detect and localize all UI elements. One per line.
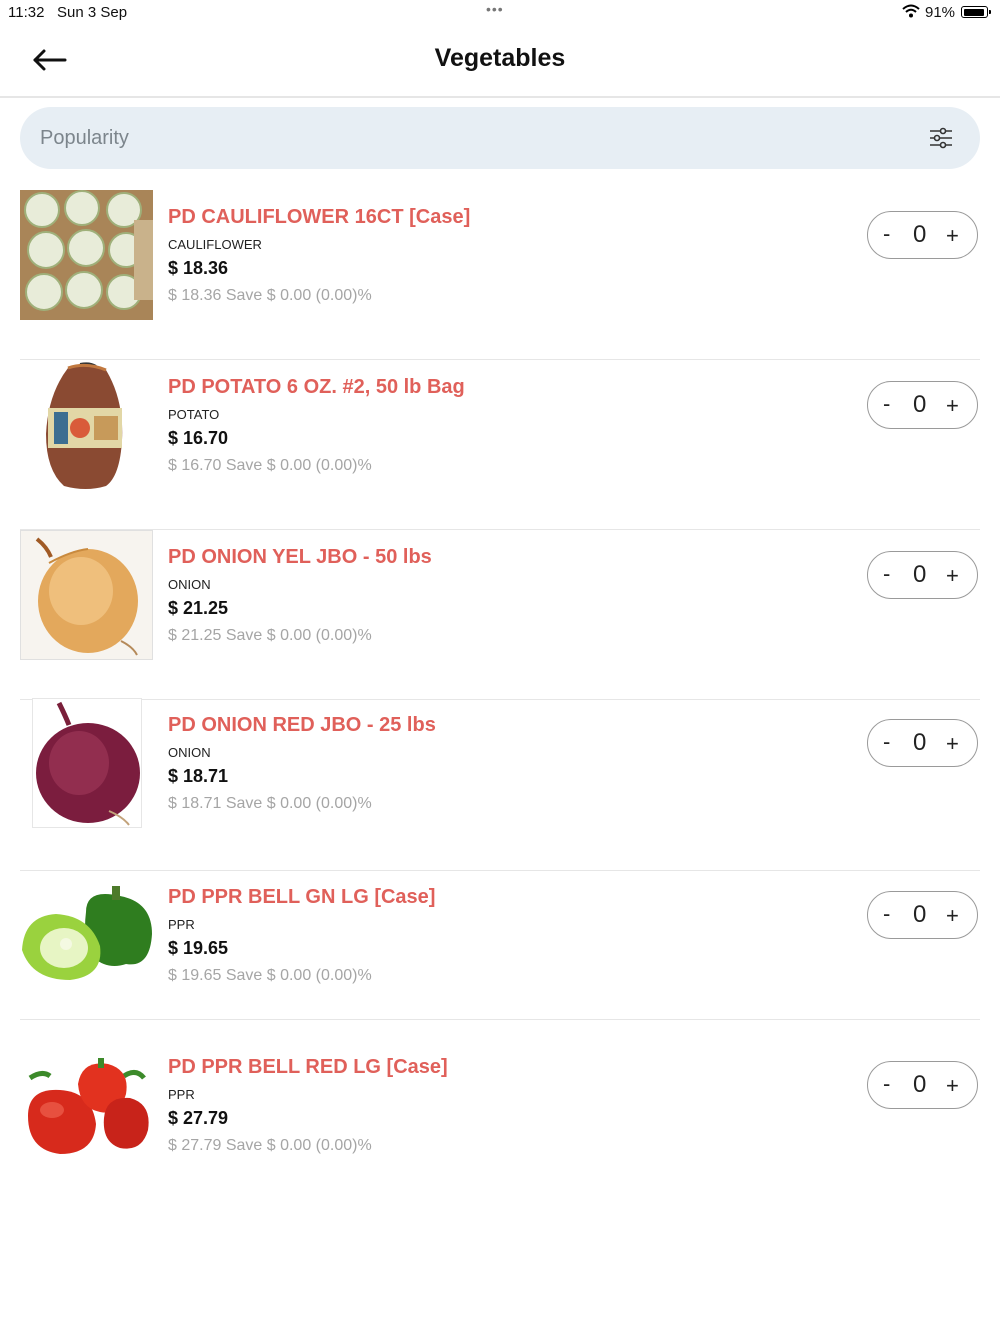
quantity-value: 0: [913, 221, 927, 248]
product-category: ONION: [168, 745, 211, 760]
product-name[interactable]: PD ONION RED JBO - 25 lbs: [168, 714, 436, 737]
product-savings: $ 18.71 Save $ 0.00 (0.00)%: [168, 795, 372, 812]
product-row[interactable]: PD PPR BELL GN LG [Case] PPR $ 19.65 $ 1…: [20, 870, 980, 1040]
sort-dropdown[interactable]: Popularity: [20, 107, 980, 169]
quantity-stepper: - 0 +: [867, 381, 978, 429]
increment-button[interactable]: +: [946, 393, 959, 419]
product-savings: $ 16.70 Save $ 0.00 (0.00)%: [168, 457, 372, 474]
product-category: ONION: [168, 577, 211, 592]
quantity-value: 0: [913, 901, 927, 928]
product-savings: $ 19.65 Save $ 0.00 (0.00)%: [168, 967, 372, 984]
product-category: PPR: [168, 1087, 195, 1102]
decrement-button[interactable]: -: [883, 391, 890, 417]
increment-button[interactable]: +: [946, 563, 959, 589]
decrement-button[interactable]: -: [883, 561, 890, 587]
quantity-stepper: - 0 +: [867, 211, 978, 259]
product-name[interactable]: PD ONION YEL JBO - 50 lbs: [168, 546, 432, 569]
product-price: $ 16.70: [168, 428, 229, 448]
increment-button[interactable]: +: [946, 223, 959, 249]
status-date: Sun 3 Sep: [57, 4, 128, 21]
quantity-stepper: - 0 +: [867, 1061, 978, 1109]
product-name[interactable]: PD POTATO 6 OZ. #2, 50 lb Bag: [168, 376, 465, 399]
product-image-red-onion[interactable]: [32, 698, 142, 828]
status-time: 11:32: [8, 4, 45, 21]
battery-icon: [961, 6, 991, 18]
product-category: PPR: [168, 917, 195, 932]
quantity-stepper: - 0 +: [867, 891, 978, 939]
product-row[interactable]: PD POTATO 6 OZ. #2, 50 lb Bag POTATO $ 1…: [20, 360, 980, 530]
quantity-stepper: - 0 +: [867, 551, 978, 599]
increment-button[interactable]: +: [946, 731, 959, 757]
product-row[interactable]: PD CAULIFLOWER 16CT [Case] CAULIFLOWER $…: [20, 190, 980, 360]
product-name[interactable]: PD PPR BELL GN LG [Case]: [168, 886, 435, 909]
decrement-button[interactable]: -: [883, 221, 890, 247]
quantity-value: 0: [913, 561, 927, 588]
product-image-green-bell-pepper[interactable]: [20, 884, 153, 984]
quantity-value: 0: [913, 391, 927, 418]
product-row[interactable]: PD ONION YEL JBO - 50 lbs ONION $ 21.25 …: [20, 530, 980, 700]
quantity-stepper: - 0 +: [867, 719, 978, 767]
product-price: $ 27.79: [168, 1108, 229, 1128]
sliders-icon[interactable]: [928, 126, 954, 150]
product-name[interactable]: PD CAULIFLOWER 16CT [Case]: [168, 206, 470, 229]
decrement-button[interactable]: -: [883, 901, 890, 927]
product-image-red-bell-pepper[interactable]: [20, 1050, 153, 1160]
product-savings: $ 21.25 Save $ 0.00 (0.00)%: [168, 627, 372, 644]
increment-button[interactable]: +: [946, 903, 959, 929]
product-category: POTATO: [168, 407, 220, 422]
product-image-cauliflower[interactable]: [20, 190, 153, 320]
quantity-value: 0: [913, 1071, 927, 1098]
product-savings: $ 27.79 Save $ 0.00 (0.00)%: [168, 1137, 372, 1154]
sort-label: Popularity: [40, 127, 129, 149]
quantity-value: 0: [913, 729, 927, 756]
decrement-button[interactable]: -: [883, 1071, 890, 1097]
battery-fill: [963, 8, 984, 16]
product-row[interactable]: PD PPR BELL RED LG [Case] PPR $ 27.79 $ …: [20, 1040, 980, 1210]
status-bar: 11:32 Sun 3 Sep ••• 91%: [0, 0, 1000, 26]
row-divider: [20, 1019, 980, 1020]
product-image-yellow-onion[interactable]: [20, 530, 153, 660]
decrement-button[interactable]: -: [883, 729, 890, 755]
product-row[interactable]: PD ONION RED JBO - 25 lbs ONION $ 18.71 …: [20, 698, 980, 871]
page-title: Vegetables: [434, 44, 566, 72]
increment-button[interactable]: +: [946, 1073, 959, 1099]
nav-bar: Vegetables: [0, 26, 1000, 98]
product-image-potato[interactable]: [20, 360, 153, 490]
product-category: CAULIFLOWER: [168, 237, 262, 252]
multitasking-dots[interactable]: •••: [486, 1, 504, 17]
product-savings: $ 18.36 Save $ 0.00 (0.00)%: [168, 287, 372, 304]
wifi-icon: [902, 4, 920, 22]
product-price: $ 18.71: [168, 766, 229, 786]
product-price: $ 21.25: [168, 598, 229, 618]
product-price: $ 18.36: [168, 258, 229, 278]
product-name[interactable]: PD PPR BELL RED LG [Case]: [168, 1056, 448, 1079]
battery-percent: 91%: [925, 4, 956, 21]
battery-tip: [989, 10, 991, 14]
product-price: $ 19.65: [168, 938, 229, 958]
